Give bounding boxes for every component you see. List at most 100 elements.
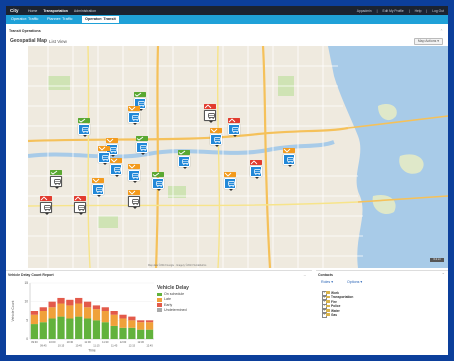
utility-link[interactable]: Edit My Profile — [383, 9, 404, 13]
legend-label: On schedule — [164, 292, 185, 297]
bar-segment — [75, 316, 83, 339]
bus-marker[interactable] — [74, 196, 86, 215]
geospatial-map[interactable]: Map data ©2013 Google · Imagery ©2013 Te… — [28, 46, 448, 268]
bus-marker[interactable] — [283, 148, 295, 167]
tree-item-label: Gas — [331, 312, 338, 317]
x-tick-label: 12:30 — [137, 340, 144, 344]
bus-icon — [74, 202, 86, 215]
x-tick-label: 10:30 — [67, 340, 74, 344]
nav-item-home[interactable]: Home — [28, 9, 37, 13]
bus-marker[interactable] — [40, 196, 52, 215]
status-tag — [50, 170, 62, 175]
list-view-link[interactable]: List View — [49, 39, 67, 44]
folder-icon — [326, 308, 330, 312]
bus-marker[interactable] — [98, 146, 110, 165]
bus-marker[interactable] — [152, 172, 164, 191]
collapse-icon[interactable]: – — [304, 272, 306, 277]
contacts-panel: Contacts ⌃ Roles ▾ Options ▾ + Work + Trans… — [316, 270, 448, 355]
x-tick-label: 09:30 — [31, 340, 38, 344]
x-axis-label: Time — [88, 349, 96, 353]
bar-segment — [145, 322, 154, 330]
roles-filter[interactable]: Roles ▾ — [321, 280, 333, 284]
status-tag — [210, 128, 222, 133]
top-navbar: City Home Transportation Administration Ap… — [6, 6, 448, 15]
bar-segment — [110, 314, 118, 326]
x-tick-label: 12:00 — [120, 340, 127, 344]
bus-marker[interactable] — [178, 150, 190, 169]
legend-title: Vehicle Delay — [157, 285, 189, 291]
bus-marker[interactable] — [110, 158, 122, 177]
chevron-down-icon: ▾ — [360, 280, 363, 284]
bus-icon — [283, 154, 295, 167]
utility-link[interactable]: Log Out — [432, 9, 444, 13]
nav-item-transportation[interactable]: Transportation — [43, 9, 68, 13]
divider: | — [408, 8, 410, 13]
utility-link[interactable]: Help — [415, 9, 422, 13]
bar-segment — [83, 307, 92, 319]
map-background — [28, 46, 448, 268]
folder-icon — [326, 295, 330, 299]
bus-icon — [178, 156, 190, 169]
tree-item-label: Water — [331, 308, 340, 313]
bus-marker[interactable] — [250, 160, 262, 179]
map-header: Geospatial Map | List View Map Actions ▾ — [9, 36, 445, 45]
tab-operator-transit[interactable]: Operator: Transit — [82, 16, 119, 23]
contacts-filters: Roles ▾ Options ▾ — [321, 280, 362, 284]
y-tick-label: 0 — [26, 337, 28, 341]
divider: | — [376, 8, 378, 13]
bar-segment — [119, 327, 127, 339]
folder-icon — [326, 291, 330, 294]
bus-marker[interactable] — [228, 118, 240, 137]
bus-marker[interactable] — [92, 178, 104, 197]
bus-icon — [128, 170, 140, 183]
x-tick-label: 09:45 — [40, 344, 47, 348]
bus-marker[interactable] — [128, 106, 140, 125]
collapse-icon[interactable]: ⌃ — [440, 29, 443, 33]
bar-segment — [83, 301, 92, 308]
bus-marker[interactable] — [78, 118, 90, 137]
bar-segment — [57, 297, 65, 304]
bus-marker[interactable] — [210, 128, 222, 147]
tab-planner-traffic[interactable]: Planner: Traffic — [44, 16, 75, 23]
bar-segment — [66, 305, 74, 319]
map-scale: 0.2 mi — [430, 258, 444, 262]
status-tag — [228, 118, 240, 123]
app-window: City Home Transportation Administration Ap… — [6, 6, 448, 355]
status-tag — [178, 150, 190, 155]
bus-marker[interactable] — [128, 164, 140, 183]
x-tick-label: 11:15 — [93, 344, 100, 348]
bus-marker[interactable] — [136, 136, 148, 155]
utility-link[interactable]: Appadmin — [357, 9, 372, 13]
bar-segment — [128, 327, 136, 339]
bus-marker[interactable] — [50, 170, 62, 189]
bar-segment — [119, 314, 127, 319]
status-tag — [224, 172, 236, 177]
status-tag — [110, 158, 122, 163]
bus-icon — [78, 124, 90, 137]
bus-marker[interactable] — [128, 190, 140, 209]
bus-icon — [210, 134, 222, 147]
legend-label: Late — [164, 297, 171, 302]
folder-icon — [326, 300, 330, 303]
tab-operator-traffic[interactable]: Operator: Traffic — [8, 16, 41, 23]
collapse-icon[interactable]: ⌃ — [442, 272, 445, 277]
transit-operations-header: Transit Operations ⌃ — [9, 29, 445, 35]
x-tick-label: 10:45 — [75, 344, 82, 348]
nav-item-administration[interactable]: Administration — [74, 9, 96, 13]
vehicle-delay-panel: Vehicle Delay Count Report – 0 5 10 15 Vehic… — [6, 270, 312, 355]
y-tick-label: 5 — [26, 318, 28, 322]
bar-segment — [101, 322, 109, 339]
options-filter[interactable]: Options ▾ — [347, 280, 362, 284]
tree-item-label: Fire — [331, 299, 337, 304]
bus-marker[interactable] — [204, 104, 216, 123]
bus-icon — [128, 112, 140, 125]
status-tag — [78, 118, 90, 123]
map-actions-button[interactable]: Map Actions ▾ — [413, 37, 443, 45]
x-tick-label: 10:00 — [49, 340, 56, 344]
folder-icon — [326, 313, 330, 316]
bus-icon — [128, 196, 140, 209]
bar-segment — [83, 318, 92, 339]
bar-segment — [128, 320, 136, 328]
bus-icon — [50, 176, 62, 189]
bus-marker[interactable] — [224, 172, 236, 191]
